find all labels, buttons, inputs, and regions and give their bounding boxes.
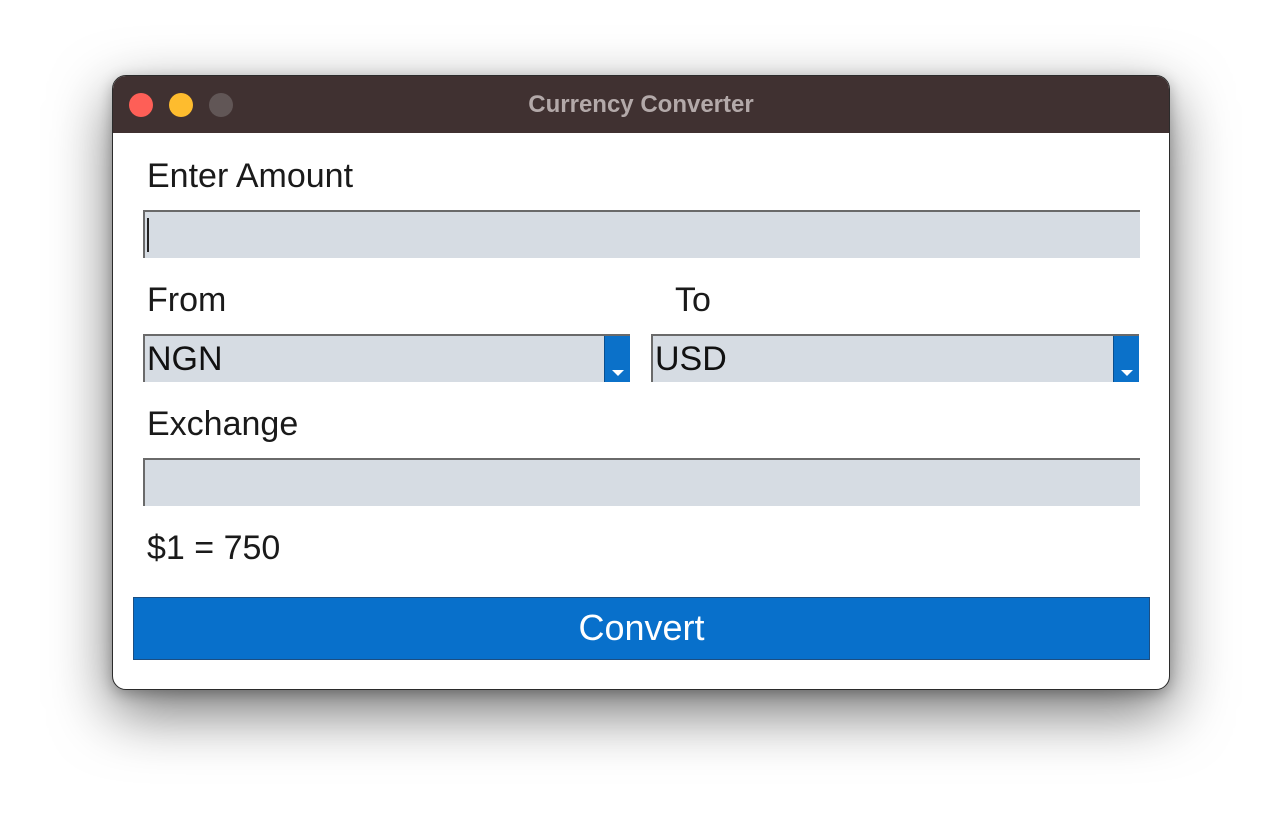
convert-button[interactable]: Convert: [133, 597, 1150, 660]
chevron-down-icon: [1121, 370, 1133, 376]
chevron-down-icon: [612, 370, 624, 376]
amount-label: Enter Amount: [147, 157, 354, 195]
from-currency-value: NGN: [147, 340, 223, 378]
from-label: From: [147, 281, 227, 319]
window-title: Currency Converter: [528, 91, 754, 118]
from-currency-select[interactable]: NGN: [143, 334, 630, 382]
text-caret: [147, 218, 149, 252]
title-bar[interactable]: Currency Converter: [113, 76, 1169, 133]
amount-input[interactable]: [143, 210, 1140, 258]
to-currency-select[interactable]: USD: [651, 334, 1139, 382]
to-dropdown-button[interactable]: [1113, 336, 1139, 382]
app-window: Currency Converter Enter Amount From To …: [112, 75, 1170, 690]
to-currency-value: USD: [655, 340, 727, 378]
exchange-label: Exchange: [147, 405, 299, 443]
exchange-output: [143, 458, 1140, 506]
from-dropdown-button[interactable]: [604, 336, 630, 382]
to-label: To: [675, 281, 711, 319]
rate-text: $1 = 750: [147, 529, 281, 567]
